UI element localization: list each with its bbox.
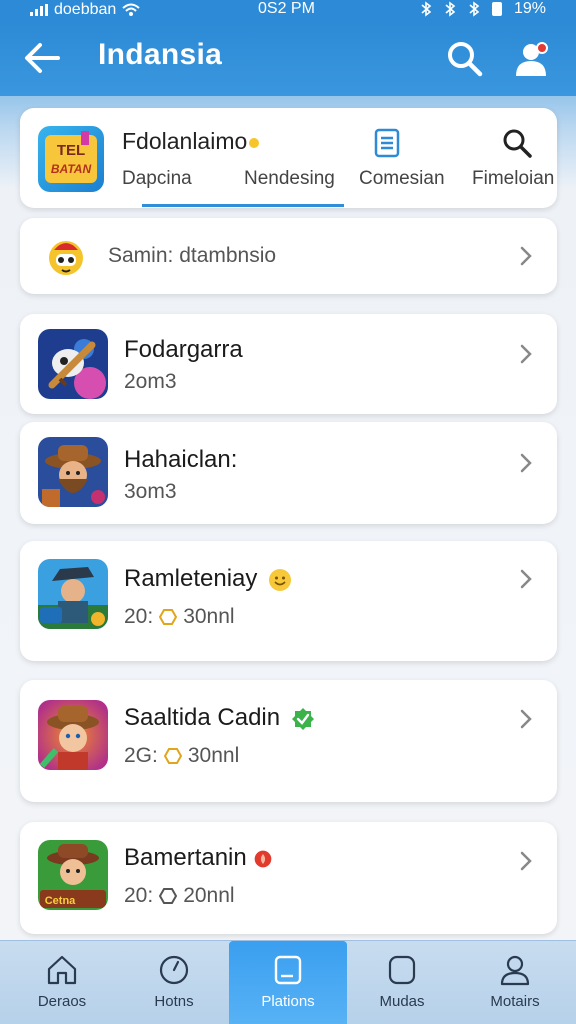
category-logo: TEL BATAN (38, 126, 104, 192)
active-tab-indicator (142, 204, 344, 207)
profile-button[interactable] (512, 38, 554, 80)
tab-nendesing[interactable]: Nendesing (244, 168, 335, 190)
app-title: Indansia (98, 38, 223, 71)
game-icon: Cetna (38, 840, 108, 910)
game-meta-right: 20nnl (183, 884, 235, 907)
check-badge-icon (291, 707, 314, 730)
bottom-navigation: Deraos Hotns Plations Mudas Motairs (0, 940, 576, 1024)
game-icon (38, 329, 108, 399)
game-icon-label: Cetna (45, 895, 76, 907)
title-dot-icon (249, 137, 260, 148)
document-icon[interactable] (374, 128, 400, 158)
status-time: 0S2 PM (258, 0, 315, 17)
nav-label: Hotns (154, 993, 194, 1010)
chevron-right-icon (520, 709, 532, 729)
carrier-name: doebban (54, 1, 117, 18)
tab-dapcina[interactable]: Dapcina (122, 168, 192, 190)
nav-item-deraos[interactable]: Deraos (6, 941, 118, 1024)
game-icon (38, 559, 108, 629)
chevron-right-icon (520, 569, 532, 589)
nav-label: Motairs (490, 993, 540, 1010)
nav-label: Plations (261, 993, 315, 1010)
smiley-badge-icon (269, 568, 292, 591)
chevron-right-icon (520, 453, 532, 473)
search-row[interactable]: Samin: dtambnsio (20, 218, 557, 294)
notification-dot (536, 42, 548, 54)
game-name: Hahaiclan: (124, 446, 238, 473)
chevron-right-icon (520, 246, 532, 266)
game-name-text: Saaltida Cadin (124, 704, 281, 731)
chevron-right-icon (520, 851, 532, 871)
nav-label: Mudas (379, 993, 425, 1010)
logo-text-bottom: BATAN (51, 162, 92, 176)
list-item-game[interactable]: Hahaiclan: 3om3 (20, 422, 557, 524)
game-meta: 2G: 30nnl (124, 744, 239, 768)
list-item-game[interactable]: Ramleteniay 20: 30nnl (20, 541, 557, 661)
game-name: Fodargarra (124, 336, 243, 363)
status-bar: doebban 0S2 PM 19% (0, 0, 576, 20)
category-tabs: Dapcina Nendesing Comesian Fimeloian (120, 166, 554, 208)
red-dot-badge-icon (255, 850, 272, 867)
game-meta: 20: 30nnl (124, 605, 235, 629)
search-row-text: Samin: dtambnsio (108, 244, 277, 267)
game-icon (38, 700, 108, 770)
game-name: Saaltida Cadin (124, 704, 315, 732)
bluetooth-icon (445, 1, 456, 17)
bluetooth-icon (421, 1, 432, 17)
game-meta-left: 20: (124, 884, 154, 907)
search-icon[interactable] (502, 128, 532, 158)
person-icon (500, 955, 530, 986)
wifi-icon (122, 3, 140, 16)
game-meta: 2om3 (124, 370, 177, 394)
game-icon (38, 437, 108, 507)
back-arrow-icon[interactable] (22, 40, 62, 76)
game-meta-left: 20: (124, 605, 154, 628)
game-meta-left: 2G: (124, 744, 158, 767)
nav-item-plations[interactable]: Plations (229, 941, 347, 1024)
game-name: Ramleteniay (124, 565, 292, 593)
coin-icon (159, 888, 178, 904)
chevron-right-icon (520, 344, 532, 364)
game-meta-left: 3om3 (124, 480, 177, 503)
logo-text-top: TEL (57, 142, 85, 159)
tab-fimeloian[interactable]: Fimeloian (472, 168, 554, 190)
list-item-game[interactable]: Cetna Bamertanin 20: 20nnl (20, 822, 557, 934)
bluetooth-icon (469, 1, 480, 17)
coin-icon (163, 748, 182, 764)
category-title-text: Fdolanlaimo (122, 128, 248, 154)
signal-icon (30, 4, 48, 16)
game-meta-right: 30nnl (183, 605, 235, 628)
game-meta-right: 30nnl (187, 744, 240, 767)
list-item-game[interactable]: Saaltida Cadin 2G: 30nnl (20, 680, 557, 802)
coin-icon (159, 609, 178, 625)
mascot-icon (49, 241, 83, 275)
game-meta: 3om3 (124, 480, 177, 504)
user-icon (516, 44, 546, 76)
category-title: Fdolanlaimo (122, 128, 260, 155)
game-meta: 20: 20nnl (124, 884, 235, 908)
tab-comesian[interactable]: Comesian (359, 168, 445, 190)
clock-icon (159, 955, 189, 985)
home-icon (47, 955, 77, 985)
game-name-text: Bamertanin (124, 844, 247, 871)
list-item-game[interactable]: Fodargarra 2om3 (20, 314, 557, 414)
battery-level: 19% (513, 0, 546, 17)
game-name-text: Ramleteniay (124, 565, 258, 592)
search-icon[interactable] (444, 38, 484, 78)
rounded-square-icon (388, 955, 416, 985)
nav-item-motairs[interactable]: Motairs (459, 941, 571, 1024)
game-name: Bamertanin (124, 844, 273, 872)
tablet-icon (274, 955, 302, 985)
nav-label: Deraos (37, 993, 87, 1010)
app-bar: Indansia (0, 20, 576, 96)
nav-item-mudas[interactable]: Mudas (346, 941, 458, 1024)
category-card: TEL BATAN Fdolanlaimo Dapcina Nendesing … (20, 108, 557, 208)
battery-icon (491, 2, 502, 16)
nav-item-hotns[interactable]: Hotns (118, 941, 230, 1024)
game-meta-left: 2om3 (124, 370, 177, 393)
